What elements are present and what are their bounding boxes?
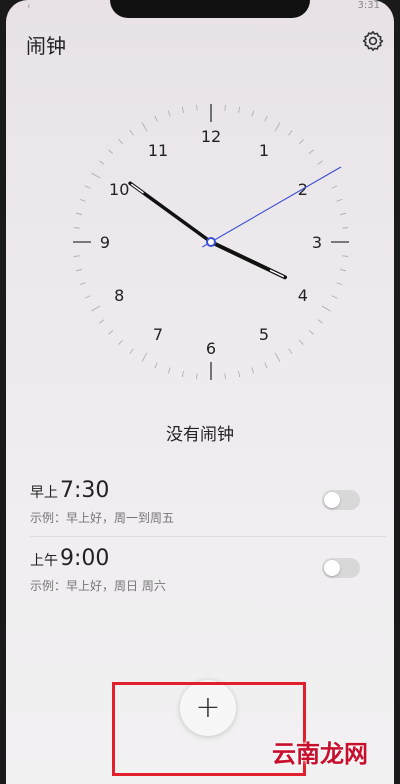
clock-tick	[181, 106, 184, 113]
clock-tick	[196, 104, 198, 111]
clock-tick	[308, 149, 314, 154]
clock-number: 4	[298, 286, 308, 305]
clock-number: 8	[114, 286, 124, 305]
clock-tick	[264, 362, 268, 369]
clock-tick	[118, 139, 123, 145]
clock-number: 6	[206, 339, 216, 358]
clock-tick	[288, 130, 293, 136]
clock-tick	[274, 122, 281, 132]
clock-tick	[75, 269, 82, 272]
status-signal: ᵢ	[28, 0, 30, 11]
clock-tick	[224, 104, 226, 111]
clock-number: 10	[109, 180, 129, 199]
clock-tick	[342, 255, 349, 257]
analog-clock: 121234567891011	[73, 104, 349, 380]
clock-tick	[299, 139, 304, 145]
divider	[30, 536, 386, 537]
clock-tick	[167, 367, 171, 374]
clock-tick	[79, 282, 86, 286]
clock-tick	[308, 330, 314, 335]
alarm-toggle[interactable]	[322, 490, 360, 510]
clock-tick	[84, 295, 91, 299]
status-time: 3:31	[357, 0, 380, 11]
clock-tick	[129, 130, 134, 136]
clock-tick	[317, 160, 323, 165]
clock-tick	[181, 371, 184, 378]
alarm-screen: ᵢ 3:31 闹钟 121234567891011 没有闹钟 早上 7:30 示…	[6, 0, 394, 784]
clock-tick	[340, 269, 347, 272]
alarm-toggle[interactable]	[322, 558, 360, 578]
clock-tick	[73, 255, 80, 257]
clock-number: 5	[259, 325, 269, 344]
clock-number: 1	[259, 141, 269, 160]
clock-tick	[251, 110, 255, 117]
clock-tick	[288, 348, 293, 354]
clock-tick	[99, 319, 105, 324]
clock-tick	[141, 122, 148, 132]
clock-center	[206, 237, 216, 247]
camera-notch	[110, 0, 310, 18]
alarm-period: 早上	[30, 485, 58, 501]
toggle-knob	[324, 560, 340, 576]
clock-tick	[108, 149, 114, 154]
clock-number: 12	[201, 127, 221, 146]
clock-tick	[91, 172, 101, 179]
clock-tick	[340, 212, 347, 215]
clock-tick	[331, 295, 338, 299]
clock-tick	[73, 227, 80, 229]
clock-tick	[141, 352, 148, 362]
clock-tick	[317, 319, 323, 324]
clock-tick	[299, 339, 304, 345]
clock-tick	[84, 185, 91, 189]
clock-tick	[331, 185, 338, 189]
clock-tick	[91, 305, 101, 312]
clock-tick	[154, 115, 158, 122]
clock-tick	[75, 212, 82, 215]
alarm-clock-time: 7:30	[60, 478, 110, 503]
clock-tick	[321, 305, 331, 312]
clock-tick	[118, 339, 123, 345]
alarm-period: 上午	[30, 553, 58, 569]
clock-number: 7	[153, 325, 163, 344]
clock-tick	[108, 330, 114, 335]
clock-tick	[167, 110, 171, 117]
clock-tick	[224, 373, 226, 380]
toggle-knob	[324, 492, 340, 508]
page-title: 闹钟	[26, 34, 66, 58]
clock-tick	[154, 362, 158, 369]
gear-icon	[362, 31, 384, 51]
alarm-description: 示例：早上好，周一到周五	[30, 511, 175, 525]
watermark-logo: 云南龙网	[272, 740, 368, 768]
clock-tick	[238, 371, 241, 378]
clock-tick	[251, 367, 255, 374]
clock-tick	[99, 160, 105, 165]
alarm-description: 示例：早上好，周日 周六	[30, 579, 166, 593]
clock-tick	[196, 373, 198, 380]
clock-number: 9	[100, 233, 110, 252]
minute-hand-tip	[131, 183, 144, 194]
clock-tick	[274, 352, 281, 362]
clock-tick	[336, 198, 343, 202]
alarm-row[interactable]: 早上 7:30 示例：早上好，周一到周五	[30, 478, 390, 526]
settings-button[interactable]	[360, 28, 386, 54]
clock-tick	[336, 282, 343, 286]
alarm-row[interactable]: 上午 9:00 示例：早上好，周日 周六	[30, 546, 390, 594]
clock-tick	[79, 198, 86, 202]
clock-number: 11	[148, 141, 168, 160]
clock-tick	[129, 348, 134, 354]
clock-tick	[238, 106, 241, 113]
clock-tick	[342, 227, 349, 229]
clock-number: 3	[312, 233, 322, 252]
alarm-clock-time: 9:00	[60, 546, 110, 571]
no-alarm-text: 没有闹钟	[166, 425, 234, 445]
clock-tick	[264, 115, 268, 122]
clock-hands	[128, 166, 342, 280]
